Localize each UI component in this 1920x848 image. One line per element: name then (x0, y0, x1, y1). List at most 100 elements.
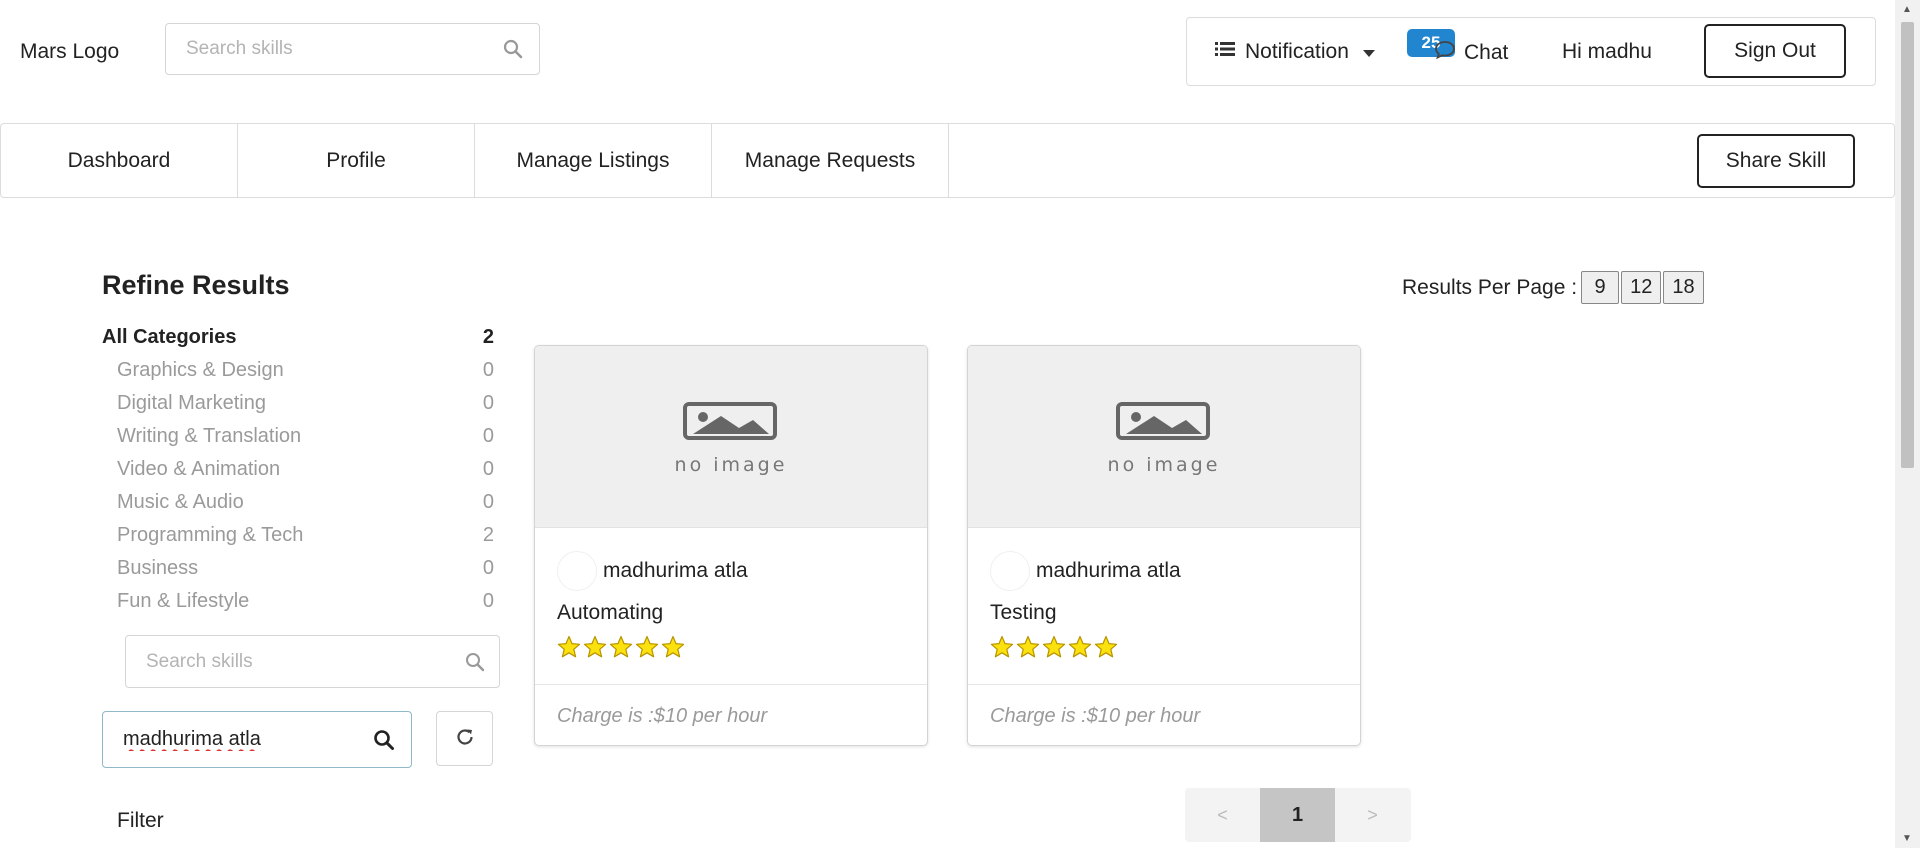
category-digital-marketing[interactable]: Digital Marketing 0 (102, 392, 494, 415)
star-icon (609, 635, 633, 664)
header-search (165, 23, 540, 75)
results-per-page: Results Per Page : 9 12 18 (1402, 271, 1706, 304)
category-video-animation[interactable]: Video & Animation 0 (102, 458, 494, 481)
category-count: 0 (482, 425, 494, 447)
category-label: Video & Animation (117, 458, 281, 480)
skill-title[interactable]: Testing (990, 601, 1057, 625)
star-rating (990, 635, 1120, 664)
category-label: Digital Marketing (117, 392, 266, 414)
category-music-audio[interactable]: Music & Audio 0 (102, 491, 494, 514)
category-label: Programming & Tech (117, 524, 304, 546)
results-per-page-label: Results Per Page : (1402, 275, 1578, 299)
category-count: 0 (482, 557, 494, 579)
search-icon[interactable] (373, 729, 395, 756)
header-search-input[interactable] (166, 38, 486, 60)
skill-search-input[interactable] (126, 650, 446, 673)
star-icon (1094, 635, 1118, 664)
category-business[interactable]: Business 0 (102, 557, 494, 580)
skill-card[interactable]: no image madhurima atla Automating Charg… (534, 345, 928, 746)
results-per-page-9[interactable]: 9 (1581, 271, 1620, 304)
tab-profile[interactable]: Profile (238, 124, 475, 197)
scroll-up-arrow-icon[interactable]: ▲ (1902, 4, 1912, 15)
charge-info: Charge is :$10 per hour (968, 684, 1360, 745)
refresh-button[interactable] (436, 711, 493, 766)
seller-info[interactable]: madhurima atla (990, 551, 1181, 591)
skill-card[interactable]: no image madhurima atla Testing Charge i… (967, 345, 1361, 746)
category-label: Music & Audio (117, 491, 244, 513)
user-menu-bar: Notification 25 Chat Hi madhu Sign Out (1186, 17, 1876, 86)
card-image[interactable]: no image (968, 346, 1360, 528)
category-count: 0 (482, 590, 494, 612)
vertical-scrollbar[interactable]: ▲ ▼ (1895, 0, 1920, 848)
seller-info[interactable]: madhurima atla (557, 551, 748, 591)
category-count: 0 (482, 359, 494, 381)
caret-down-icon (1362, 40, 1375, 64)
category-programming-tech[interactable]: Programming & Tech 2 (102, 524, 494, 547)
category-fun-lifestyle[interactable]: Fun & Lifestyle 0 (102, 590, 494, 613)
filter-label: Filter (117, 809, 164, 832)
list-icon (1215, 40, 1235, 64)
results-per-page-12[interactable]: 12 (1621, 271, 1662, 304)
category-count: 2 (482, 524, 494, 546)
category-count: 2 (482, 326, 494, 348)
avatar (990, 551, 1030, 591)
seller-name: madhurima atla (603, 559, 748, 582)
refine-results-heading: Refine Results (102, 270, 290, 300)
image-placeholder-icon (683, 402, 777, 445)
refresh-icon (455, 727, 475, 750)
user-greeting: Hi madhu (1562, 40, 1652, 63)
category-count: 0 (482, 491, 494, 513)
category-label: Business (117, 557, 199, 579)
star-icon (1016, 635, 1040, 664)
tab-manage-listings[interactable]: Manage Listings (475, 124, 712, 197)
seller-name: madhurima atla (1036, 559, 1181, 582)
next-page-button[interactable]: > (1335, 788, 1410, 842)
category-label: Writing & Translation (117, 425, 302, 447)
category-graphics-design[interactable]: Graphics & Design 0 (102, 359, 494, 382)
category-label: Graphics & Design (117, 359, 284, 381)
no-image-text: no image (674, 454, 788, 476)
chat-link[interactable]: Chat (1434, 40, 1508, 66)
star-icon (1042, 635, 1066, 664)
results-per-page-18[interactable]: 18 (1663, 271, 1704, 304)
star-icon (557, 635, 581, 664)
avatar (557, 551, 597, 591)
chat-icon (1434, 40, 1456, 66)
sign-out-button[interactable]: Sign Out (1704, 24, 1846, 78)
notification-dropdown[interactable]: Notification 25 (1215, 29, 1455, 64)
image-placeholder-icon (1116, 402, 1210, 445)
site-logo[interactable]: Mars Logo (20, 40, 119, 64)
page-1-button[interactable]: 1 (1260, 788, 1335, 842)
card-image[interactable]: no image (535, 346, 927, 528)
star-rating (557, 635, 687, 664)
main-tab-menu: Dashboard Profile Manage Listings Manage… (0, 123, 1895, 198)
scrollbar-thumb[interactable] (1901, 22, 1914, 468)
search-icon[interactable] (465, 652, 485, 677)
star-icon (635, 635, 659, 664)
user-search-input[interactable] (103, 728, 353, 751)
category-writing-translation[interactable]: Writing & Translation 0 (102, 425, 494, 448)
category-count: 0 (482, 392, 494, 414)
previous-page-button[interactable]: < (1185, 788, 1260, 842)
category-label: All Categories (102, 326, 237, 348)
chat-label: Chat (1464, 41, 1509, 64)
charge-info: Charge is :$10 per hour (535, 684, 927, 745)
star-icon (990, 635, 1014, 664)
skill-search-box (125, 635, 500, 688)
category-all[interactable]: All Categories 2 (102, 326, 494, 349)
search-icon[interactable] (503, 39, 523, 64)
category-count: 0 (482, 458, 494, 480)
user-search-box (102, 711, 412, 768)
scroll-down-arrow-icon[interactable]: ▼ (1902, 833, 1912, 844)
share-skill-button[interactable]: Share Skill (1697, 134, 1855, 188)
tab-manage-requests[interactable]: Manage Requests (712, 124, 949, 197)
category-label: Fun & Lifestyle (117, 590, 250, 612)
star-icon (1068, 635, 1092, 664)
skill-title[interactable]: Automating (557, 601, 663, 625)
notification-label: Notification (1245, 40, 1349, 63)
tab-dashboard[interactable]: Dashboard (1, 124, 238, 197)
star-icon (661, 635, 685, 664)
no-image-text: no image (1107, 454, 1221, 476)
pagination: < 1 > (1185, 788, 1411, 842)
star-icon (583, 635, 607, 664)
